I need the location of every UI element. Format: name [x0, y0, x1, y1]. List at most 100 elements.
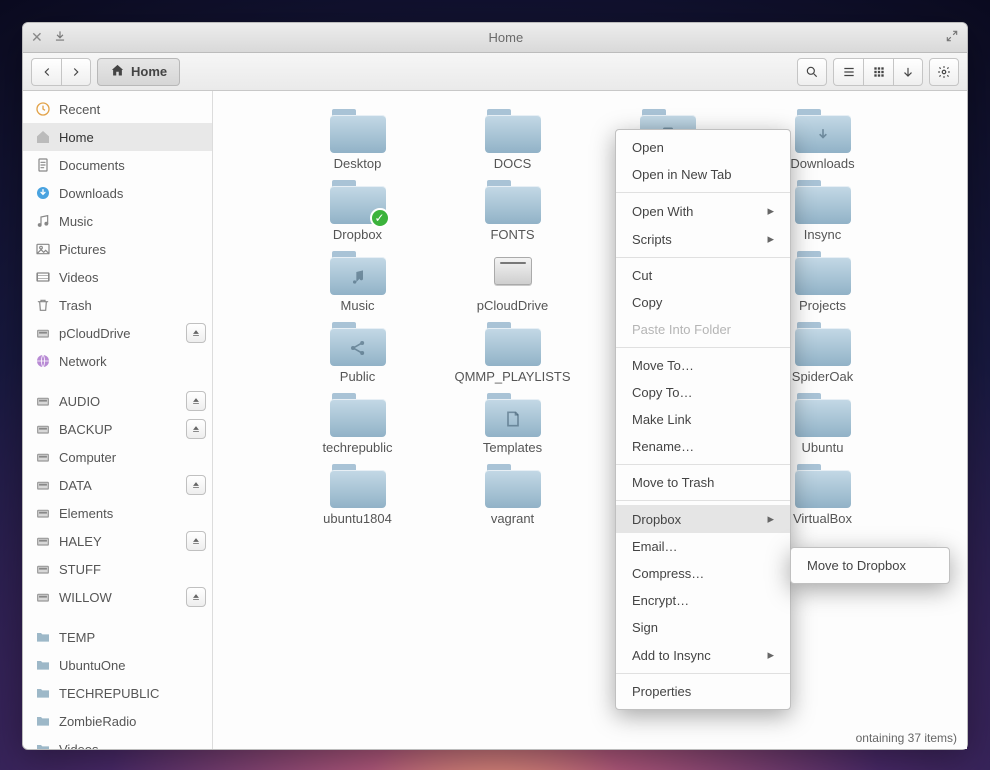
eject-button[interactable] [186, 531, 206, 551]
view-list-button[interactable] [833, 58, 863, 86]
menu-item-scripts[interactable]: Scripts▸ [616, 225, 790, 253]
menu-item-open[interactable]: Open [616, 134, 790, 161]
menu-item-cut[interactable]: Cut [616, 262, 790, 289]
sidebar-item-data[interactable]: DATA [23, 471, 212, 499]
folder-icon [795, 393, 851, 437]
file-item-fonts[interactable]: FONTS [435, 180, 590, 243]
view-options-button[interactable] [893, 58, 923, 86]
sidebar-item-downloads[interactable]: Downloads [23, 179, 212, 207]
content-area: DesktopDOCSDocumentsDownloads✓DropboxFON… [213, 91, 967, 749]
sidebar-item-label: TECHREPUBLIC [59, 686, 206, 701]
menu-item-move-to-[interactable]: Move To… [616, 352, 790, 379]
settings-button[interactable] [929, 58, 959, 86]
sidebar-item-backup[interactable]: BACKUP [23, 415, 212, 443]
sidebar-item-label: Documents [59, 158, 206, 173]
file-item-public[interactable]: Public [280, 322, 435, 385]
submenu-item-move-to-dropbox[interactable]: Move to Dropbox [791, 552, 949, 579]
menu-item-rename-[interactable]: Rename… [616, 433, 790, 460]
sidebar-item-audio[interactable]: AUDIO [23, 387, 212, 415]
sidebar-item-documents[interactable]: Documents [23, 151, 212, 179]
context-menu: OpenOpen in New Tab Open With▸Scripts▸ Cut… [615, 129, 791, 710]
eject-button[interactable] [186, 475, 206, 495]
file-item-dropbox[interactable]: ✓Dropbox [280, 180, 435, 243]
file-item-vagrant[interactable]: vagrant [435, 464, 590, 527]
sidebar-item-videos[interactable]: Videos [23, 263, 212, 291]
sidebar-item-temp[interactable]: TEMP [23, 623, 212, 651]
chevron-right-icon: ▸ [767, 231, 774, 247]
video-icon [35, 269, 51, 285]
toolbar: Home [23, 53, 967, 91]
eject-button[interactable] [186, 419, 206, 439]
file-label: Dropbox [329, 226, 386, 243]
sidebar-item-label: Elements [59, 506, 206, 521]
menu-item-label: Paste Into Folder [632, 322, 731, 337]
sidebar-item-music[interactable]: Music [23, 207, 212, 235]
forward-button[interactable] [61, 58, 91, 86]
menu-item-email-[interactable]: Email… [616, 533, 790, 560]
file-item-ubuntu1804[interactable]: ubuntu1804 [280, 464, 435, 527]
file-item-music[interactable]: Music [280, 251, 435, 314]
menu-item-sign[interactable]: Sign [616, 614, 790, 641]
search-button[interactable] [797, 58, 827, 86]
back-button[interactable] [31, 58, 61, 86]
menu-item-copy[interactable]: Copy [616, 289, 790, 316]
folder-icon [330, 109, 386, 153]
folder-icon [330, 322, 386, 366]
chevron-right-icon: ▸ [767, 203, 774, 219]
sidebar-item-videos[interactable]: Videos [23, 735, 212, 749]
sidebar-item-stuff[interactable]: STUFF [23, 555, 212, 583]
sidebar-item-recent[interactable]: Recent [23, 95, 212, 123]
menu-item-properties[interactable]: Properties [616, 678, 790, 705]
file-label: Templates [479, 439, 546, 456]
drive-icon [35, 561, 51, 577]
sidebar-item-label: STUFF [59, 562, 206, 577]
menu-item-add-to-insync[interactable]: Add to Insync▸ [616, 641, 790, 669]
download-icon[interactable] [53, 29, 67, 46]
sidebar-item-zombieradio[interactable]: ZombieRadio [23, 707, 212, 735]
file-item-pclouddrive[interactable]: pCloudDrive [435, 251, 590, 314]
sidebar-item-elements[interactable]: Elements [23, 499, 212, 527]
picture-icon [35, 241, 51, 257]
menu-item-move-to-trash[interactable]: Move to Trash [616, 469, 790, 496]
view-icons-button[interactable] [863, 58, 893, 86]
menu-item-make-link[interactable]: Make Link [616, 406, 790, 433]
maximize-icon[interactable] [945, 29, 959, 46]
folder-icon [795, 464, 851, 508]
menu-item-open-in-new-tab[interactable]: Open in New Tab [616, 161, 790, 188]
file-item-docs[interactable]: DOCS [435, 109, 590, 172]
file-item-desktop[interactable]: Desktop [280, 109, 435, 172]
sidebar-item-pclouddrive[interactable]: pCloudDrive [23, 319, 212, 347]
file-label: FONTS [486, 226, 538, 243]
sidebar-item-computer[interactable]: Computer [23, 443, 212, 471]
eject-button[interactable] [186, 391, 206, 411]
menu-item-encrypt-[interactable]: Encrypt… [616, 587, 790, 614]
sidebar-item-techrepublic[interactable]: TECHREPUBLIC [23, 679, 212, 707]
menu-item-compress-[interactable]: Compress… [616, 560, 790, 587]
menu-item-copy-to-[interactable]: Copy To… [616, 379, 790, 406]
eject-button[interactable] [186, 323, 206, 343]
drive-icon [489, 251, 537, 295]
sidebar-item-trash[interactable]: Trash [23, 291, 212, 319]
file-label: VirtualBox [789, 510, 856, 527]
menu-item-label: Move To… [632, 358, 694, 373]
sidebar-item-willow[interactable]: WILLOW [23, 583, 212, 611]
menu-item-label: Add to Insync [632, 648, 711, 663]
sidebar-item-pictures[interactable]: Pictures [23, 235, 212, 263]
sidebar-item-network[interactable]: Network [23, 347, 212, 375]
home-icon [35, 129, 51, 145]
path-segment-home[interactable]: Home [97, 58, 180, 86]
file-item-templates[interactable]: Templates [435, 393, 590, 456]
sidebar-item-home[interactable]: Home [23, 123, 212, 151]
sidebar-item-label: Videos [59, 270, 206, 285]
drive-icon [35, 325, 51, 341]
menu-item-open-with[interactable]: Open With▸ [616, 197, 790, 225]
menu-item-label: Make Link [632, 412, 691, 427]
file-label: DOCS [490, 155, 536, 172]
eject-button[interactable] [186, 587, 206, 607]
close-icon[interactable]: ✕ [31, 29, 43, 46]
menu-item-dropbox[interactable]: Dropbox▸ [616, 505, 790, 533]
file-item-qmmp-playlists[interactable]: QMMP_PLAYLISTS [435, 322, 590, 385]
file-item-techrepublic[interactable]: techrepublic [280, 393, 435, 456]
sidebar-item-haley[interactable]: HALEY [23, 527, 212, 555]
sidebar-item-ubuntuone[interactable]: UbuntuOne [23, 651, 212, 679]
